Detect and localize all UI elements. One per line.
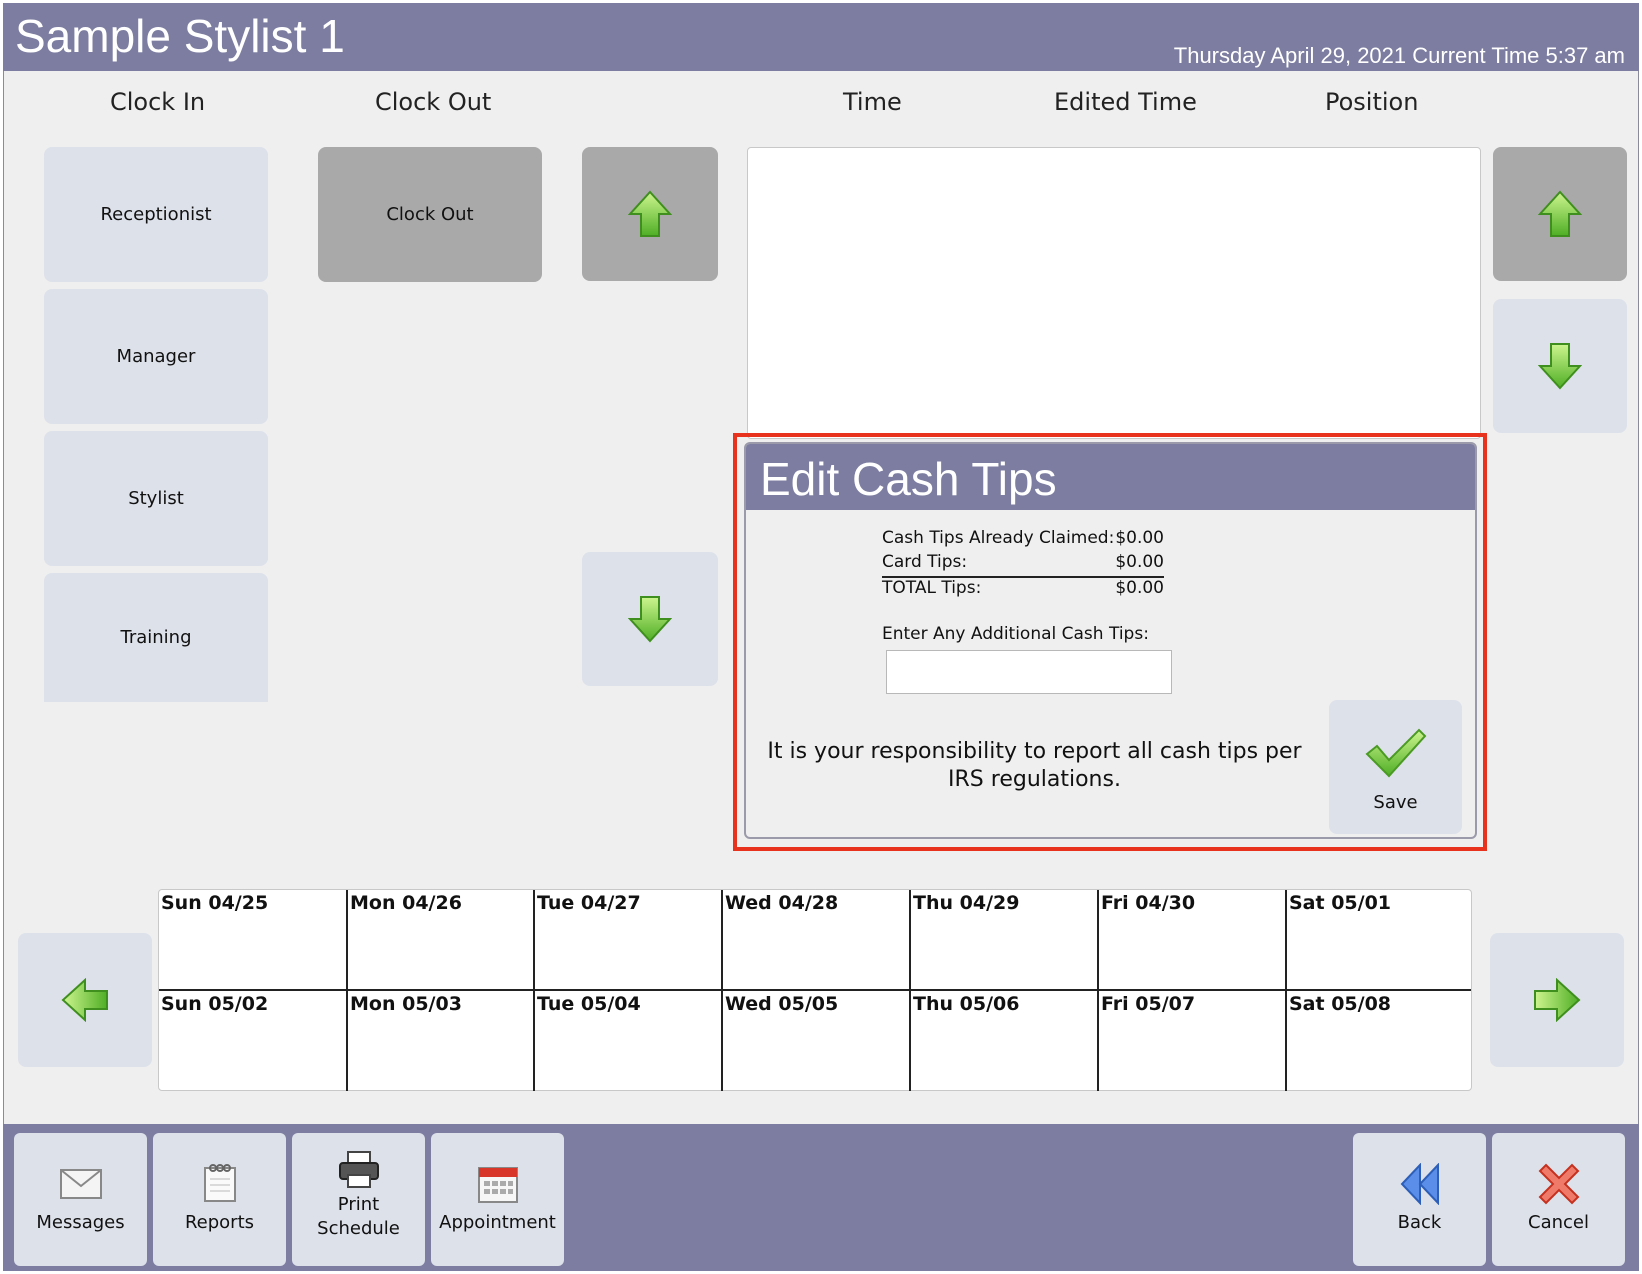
clock-out-label: Clock Out [386, 204, 474, 225]
calendar-day-cell[interactable]: Mon 05/03 [346, 991, 534, 1091]
position-button-manager[interactable]: Manager [44, 289, 268, 424]
position-label: Receptionist [100, 204, 212, 225]
calendar-day-cell[interactable]: Sun 05/02 [159, 991, 347, 1091]
schedule-label: Schedule [317, 1218, 400, 1239]
calendar-day-cell[interactable]: Wed 05/05 [721, 991, 909, 1091]
print-label: Print [337, 1194, 380, 1215]
calendar-day-cell[interactable]: Fri 05/07 [1097, 991, 1285, 1091]
page-title: Sample Stylist 1 [15, 10, 345, 62]
tip-label: TOTAL Tips: [882, 578, 982, 598]
left-arrow-icon [61, 978, 108, 1022]
additional-tips-input[interactable] [886, 650, 1172, 694]
calendar-day-label: Fri 05/07 [1101, 993, 1196, 1015]
clock-in-header: Clock In [110, 88, 206, 116]
checkmark-icon [1365, 728, 1426, 778]
calendar-day-cell[interactable]: Tue 05/04 [533, 991, 721, 1091]
edited-time-header: Edited Time [1054, 88, 1197, 116]
notepad-icon [203, 1164, 236, 1202]
up-arrow-icon [628, 190, 672, 237]
cash-tips-claimed-row: Cash Tips Already Claimed: $0.00 [882, 528, 1164, 552]
calendar-day-label: Fri 04/30 [1101, 892, 1196, 914]
down-arrow-icon [1538, 343, 1582, 390]
additional-tips-label: Enter Any Additional Cash Tips: [882, 624, 1149, 644]
appointment-label: Appointment [439, 1212, 556, 1233]
calendar-day-cell[interactable]: Thu 04/29 [909, 890, 1097, 990]
calendar-day-label: Wed 05/05 [725, 993, 839, 1015]
calendar-day-label: Sun 04/25 [161, 892, 269, 914]
cancel-label: Cancel [1528, 1212, 1589, 1233]
clock-out-button[interactable]: Clock Out [318, 147, 542, 282]
calendar-day-cell[interactable]: Tue 04/27 [533, 890, 721, 990]
dialog-header: Edit Cash Tips [746, 444, 1475, 510]
calendar-day-label: Thu 05/06 [913, 993, 1020, 1015]
reports-button[interactable]: Reports [153, 1133, 286, 1266]
card-tips-row: Card Tips: $0.00 [882, 552, 1164, 578]
appointment-button[interactable]: Appointment [431, 1133, 564, 1266]
tip-value: $0.00 [1115, 578, 1164, 598]
dialog-title: Edit Cash Tips [760, 453, 1057, 505]
edit-cash-tips-dialog: Edit Cash Tips Cash Tips Already Claimed… [744, 442, 1477, 839]
position-label: Stylist [128, 488, 184, 509]
scroll-up-button[interactable] [582, 147, 718, 281]
cancel-button[interactable]: Cancel [1492, 1133, 1625, 1266]
scroll-down-button[interactable] [582, 552, 718, 686]
calendar-day-label: Tue 05/04 [537, 993, 641, 1015]
schedule-calendar: Sun 04/25 Mon 04/26 Tue 04/27 Wed 04/28 … [158, 889, 1472, 1091]
clock-out-header: Clock Out [375, 88, 492, 116]
printer-icon [338, 1151, 379, 1188]
calendar-day-cell[interactable]: Wed 04/28 [721, 890, 909, 990]
calendar-day-label: Sat 05/01 [1289, 892, 1392, 914]
previous-weeks-button[interactable] [18, 933, 152, 1067]
calendar-day-cell[interactable]: Mon 04/26 [346, 890, 534, 990]
calendar-day-label: Mon 05/03 [350, 993, 462, 1015]
calendar-day-label: Sat 05/08 [1289, 993, 1392, 1015]
calendar-day-cell[interactable]: Sun 04/25 [159, 890, 347, 990]
calendar-day-cell[interactable]: Thu 05/06 [909, 991, 1097, 1091]
calendar-day-label: Thu 04/29 [913, 892, 1020, 914]
position-label: Manager [116, 346, 196, 367]
position-label: Training [120, 627, 192, 648]
next-weeks-button[interactable] [1490, 933, 1624, 1067]
tip-value: $0.00 [1115, 528, 1164, 548]
calendar-icon [477, 1167, 518, 1203]
time-entries-list[interactable] [747, 147, 1481, 439]
calendar-day-cell[interactable]: Sat 05/08 [1285, 991, 1473, 1091]
up-arrow-icon [1538, 190, 1582, 237]
time-header: Time [843, 88, 902, 116]
right-arrow-icon [1534, 978, 1581, 1022]
calendar-day-label: Sun 05/02 [161, 993, 269, 1015]
position-button-receptionist[interactable]: Receptionist [44, 147, 268, 282]
save-button[interactable]: Save [1329, 700, 1462, 834]
position-button-stylist[interactable]: Stylist [44, 431, 268, 566]
calendar-day-label: Wed 04/28 [725, 892, 839, 914]
title-bar: Sample Stylist 1 Thursday April 29, 2021… [3, 3, 1639, 71]
total-tips-row: TOTAL Tips: $0.00 [882, 578, 1164, 602]
calendar-day-cell[interactable]: Sat 05/01 [1285, 890, 1473, 990]
list-scroll-down-button[interactable] [1493, 299, 1627, 433]
current-datetime: Thursday April 29, 2021 Current Time 5:3… [1173, 43, 1625, 68]
save-label: Save [1373, 792, 1418, 813]
position-header: Position [1325, 88, 1419, 116]
position-button-training[interactable]: Training [44, 573, 268, 702]
messages-label: Messages [36, 1212, 125, 1233]
rewind-icon [1400, 1163, 1439, 1205]
irs-notice: It is your responsibility to report all … [767, 739, 1302, 792]
red-x-icon [1538, 1163, 1579, 1205]
calendar-day-cell[interactable]: Fri 04/30 [1097, 890, 1285, 990]
envelope-icon [59, 1169, 102, 1199]
calendar-day-label: Mon 04/26 [350, 892, 462, 914]
back-label: Back [1397, 1212, 1442, 1233]
tip-value: $0.00 [1115, 552, 1164, 572]
tip-label: Card Tips: [882, 552, 968, 572]
down-arrow-icon [628, 596, 672, 643]
messages-button[interactable]: Messages [14, 1133, 147, 1266]
calendar-day-label: Tue 04/27 [537, 892, 641, 914]
list-scroll-up-button[interactable] [1493, 147, 1627, 281]
reports-label: Reports [184, 1212, 255, 1233]
back-button[interactable]: Back [1353, 1133, 1486, 1266]
tip-label: Cash Tips Already Claimed: [882, 528, 1115, 548]
print-schedule-button[interactable]: Print Schedule [292, 1133, 425, 1266]
